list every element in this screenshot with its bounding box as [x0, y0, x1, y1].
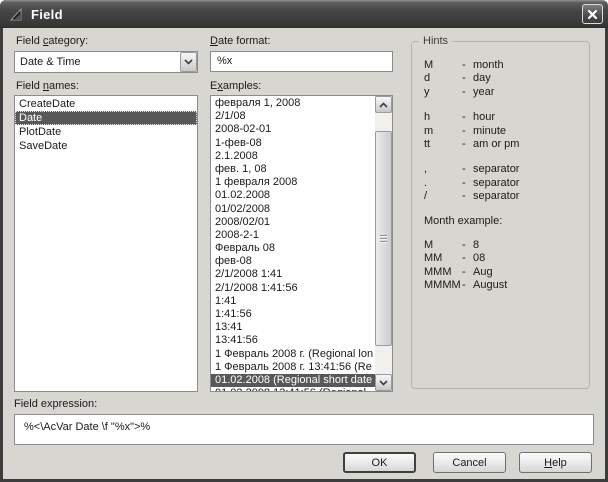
example-item[interactable]: 01.02.2008 [211, 189, 375, 202]
example-item[interactable]: 13:41 [211, 321, 375, 334]
help-button[interactable]: Help [519, 452, 592, 473]
cancel-button-label: Cancel [452, 457, 486, 469]
field-dialog-icon [9, 6, 26, 23]
scrollbar-grip-icon [380, 235, 387, 244]
cancel-button[interactable]: Cancel [433, 452, 506, 473]
scroll-up-button[interactable] [375, 96, 392, 113]
example-item[interactable]: 1-фев-08 [211, 137, 375, 150]
example-item[interactable]: 2/1/08 [211, 110, 375, 123]
field-category-select[interactable]: Date & Time [14, 51, 198, 73]
date-format-input[interactable]: %x [210, 51, 393, 72]
example-item[interactable]: 1 февраля 2008 [211, 176, 375, 189]
hints-title: Hints [419, 35, 452, 47]
month-example-label: Month example: [424, 215, 585, 228]
close-button[interactable] [582, 4, 603, 24]
example-item[interactable]: 2008/02/01 [211, 216, 375, 229]
field-name-item[interactable]: SaveDate [15, 139, 197, 153]
chevron-down-icon[interactable] [180, 52, 197, 72]
dialog-body: Field category: Date & Time Field names:… [3, 28, 605, 479]
hint-row: MMM-Aug [424, 266, 585, 279]
hint-row: h-hour [424, 111, 585, 124]
hint-row: tt-am or pm [424, 138, 585, 151]
example-item[interactable]: фев. 1, 08 [211, 163, 375, 176]
field-category-value: Date & Time [15, 56, 180, 68]
example-item-selected[interactable]: 01.02.2008 (Regional short date [211, 374, 375, 387]
hint-row: MMMM-August [424, 279, 585, 292]
example-item[interactable]: 2008-02-01 [211, 123, 375, 136]
window-title: Field [31, 7, 63, 22]
chevron-down-icon [379, 380, 388, 386]
example-item[interactable]: 01.02.2008 13:41:56 (Regional [211, 387, 375, 391]
example-item[interactable]: 01/02/2008 [211, 203, 375, 216]
hint-row: M-month [424, 59, 585, 72]
hint-row: /-separator [424, 190, 585, 203]
example-item[interactable]: 2/1/2008 1:41 [211, 268, 375, 281]
hint-row: m-minute [424, 125, 585, 138]
scrollbar-thumb[interactable] [375, 131, 392, 346]
example-item[interactable]: 1:41:56 [211, 308, 375, 321]
hint-row: d-day [424, 72, 585, 85]
field-name-item[interactable]: PlotDate [15, 125, 197, 139]
example-item[interactable]: 1:41 [211, 295, 375, 308]
examples-list: февраля 1, 2008 2/1/08 2008-02-01 1-фев-… [210, 95, 393, 392]
hint-row: ,-separator [424, 163, 585, 176]
example-item[interactable]: фев-08 [211, 255, 375, 268]
example-item[interactable]: февраля 1, 2008 [211, 97, 375, 110]
hints-group: Hints M-month d-day y-year h-hour m-minu… [411, 41, 590, 389]
titlebar[interactable]: Field [0, 0, 608, 28]
ok-button[interactable]: OK [343, 452, 416, 473]
field-expression-label: Field expression: [14, 398, 97, 410]
examples-scrollbar[interactable] [375, 96, 392, 391]
examples-label: Examples: [210, 80, 261, 92]
examples-rows: февраля 1, 2008 2/1/08 2008-02-01 1-фев-… [211, 97, 375, 391]
hints-body: M-month d-day y-year h-hour m-minute tt-… [412, 42, 589, 293]
chevron-up-icon [379, 102, 388, 108]
field-name-item-selected[interactable]: Date [15, 111, 197, 125]
example-item[interactable]: 1 Февраль 2008 г. 13:41:56 (Re [211, 361, 375, 374]
example-item[interactable]: Февраль 08 [211, 242, 375, 255]
scroll-down-button[interactable] [375, 374, 392, 391]
field-category-label: Field category: [16, 35, 88, 47]
hint-row: MM-08 [424, 252, 585, 265]
close-icon [587, 9, 598, 20]
ok-button-label: OK [372, 457, 388, 469]
field-dialog: Field Field category: Date & Time Field … [0, 0, 608, 482]
example-item[interactable]: 2/1/2008 1:41:56 [211, 282, 375, 295]
example-item[interactable]: 2.1.2008 [211, 150, 375, 163]
month-example-rows: M-8 MM-08 MMM-Aug MMMM-August [424, 239, 585, 293]
hint-row: y-year [424, 86, 585, 99]
hint-row: M-8 [424, 239, 585, 252]
field-name-item[interactable]: CreateDate [15, 97, 197, 111]
example-item[interactable]: 13:41:56 [211, 334, 375, 347]
hint-row: .-separator [424, 177, 585, 190]
example-item[interactable]: 1 Февраль 2008 г. (Regional lon [211, 348, 375, 361]
field-expression-value: %<\AcVar Date \f "%x">% [14, 414, 594, 445]
field-names-label: Field names: [16, 80, 79, 92]
help-button-label: Help [544, 457, 567, 469]
field-names-list: CreateDate Date PlotDate SaveDate [14, 95, 198, 392]
example-item[interactable]: 2008-2-1 [211, 229, 375, 242]
date-format-label: Date format: [210, 35, 271, 47]
